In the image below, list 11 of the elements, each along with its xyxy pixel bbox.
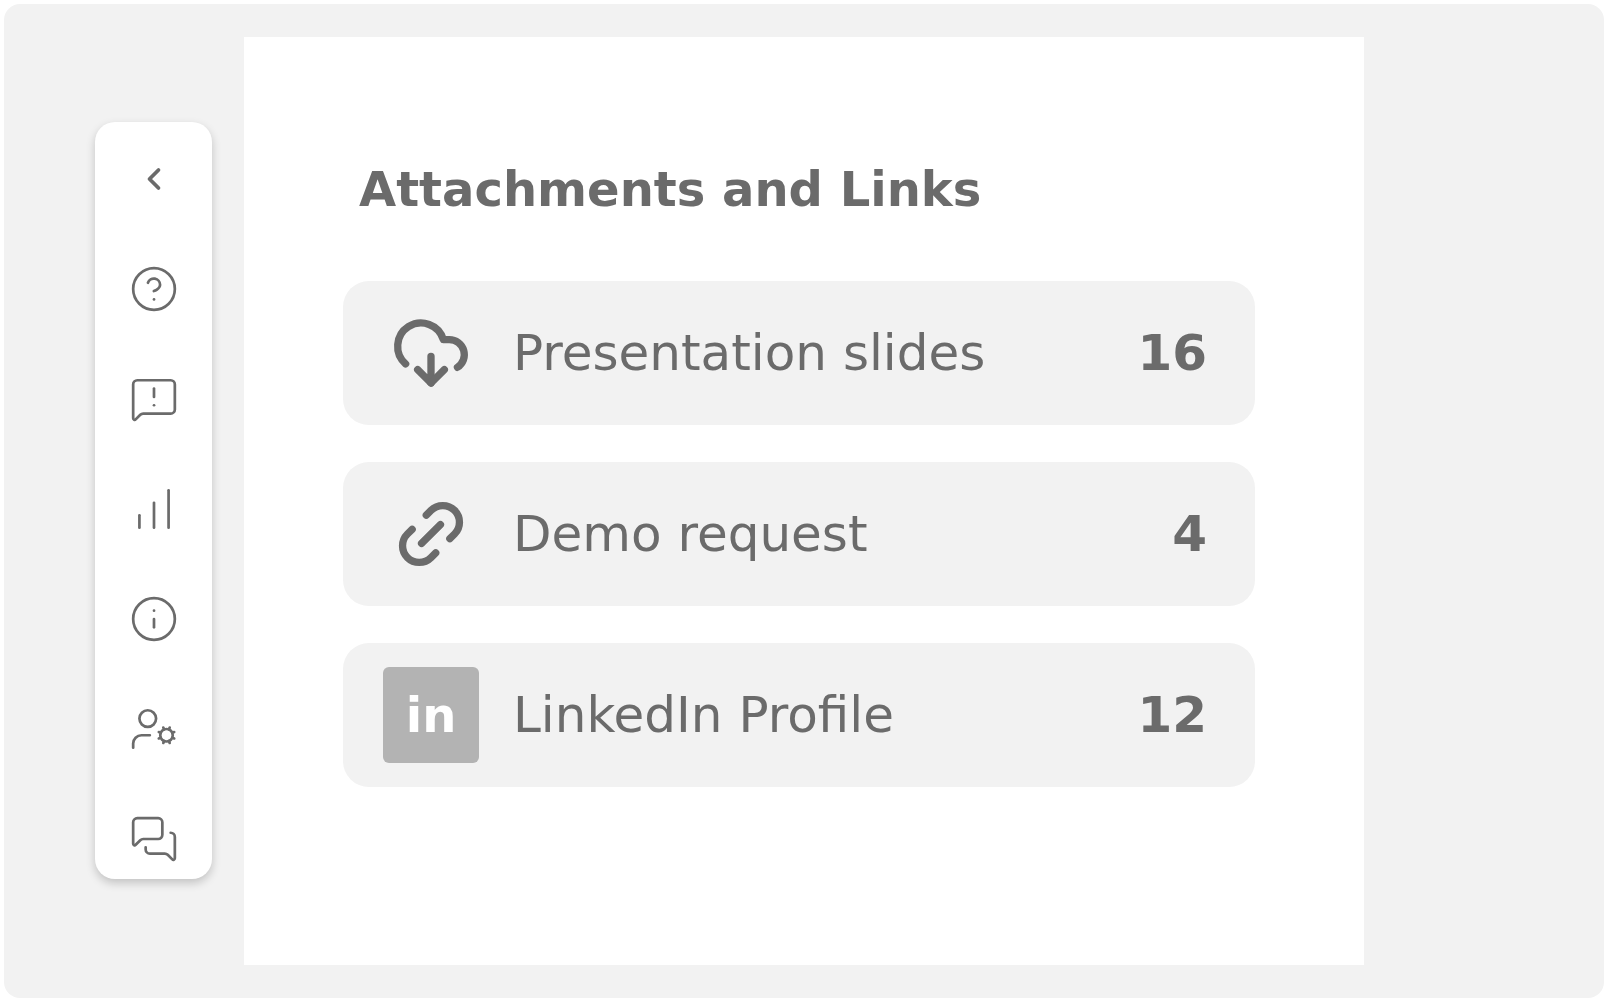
attachment-label: Demo request	[513, 503, 869, 565]
attachment-count: 12	[1137, 684, 1207, 746]
attachment-label: Presentation slides	[513, 322, 987, 384]
attachment-label: LinkedIn Profile	[513, 684, 895, 746]
attachment-count: 16	[1137, 322, 1207, 384]
attachment-count: 4	[1172, 503, 1207, 565]
section-title: Attachments and Links	[359, 165, 983, 213]
attachment-row[interactable]: in LinkedIn Profile 12	[343, 643, 1255, 787]
linkedin-logo-icon: in	[383, 667, 479, 763]
attachment-row[interactable]: Presentation slides 16	[343, 281, 1255, 425]
attachment-row[interactable]: Demo request 4	[343, 462, 1255, 606]
